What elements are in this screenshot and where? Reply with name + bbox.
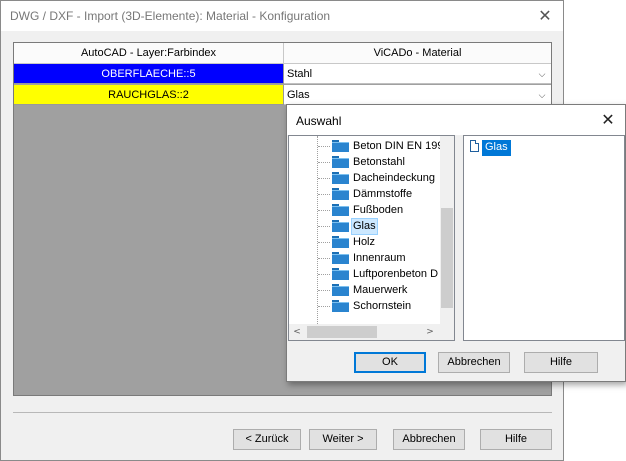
tree-connector [318,178,330,179]
folder-icon [332,268,349,280]
tree-connector [318,258,330,259]
divider [13,412,552,413]
help-button[interactable]: Hilfe [480,429,552,450]
scroll-left-icon[interactable]: < [290,324,304,340]
scroll-thumb[interactable] [441,208,453,308]
tree-connector [318,194,330,195]
grid-row[interactable]: OBERFLAECHE::5 Stahl ⌵ [14,64,551,85]
tree-item[interactable]: Glas [289,218,442,235]
tree-item[interactable]: Mauerwerk [289,282,442,298]
tree-item[interactable]: Dacheindeckung [289,170,442,186]
scroll-right-icon[interactable]: > [423,324,437,340]
folder-icon [332,172,349,184]
header-material[interactable]: ViCADo - Material [284,43,551,64]
dialog-title: Auswahl [296,114,342,128]
tree-item-label: Fußboden [353,204,404,216]
list-item-label: Glas [482,140,511,156]
tree-item-label: Beton DIN EN 199 [353,140,444,152]
tree-item[interactable]: Fußboden [289,202,442,218]
material-value: Glas [287,89,310,101]
material-tree[interactable]: Beton DIN EN 199 Betonstahl Dacheindeckung… [288,135,455,341]
material-select[interactable]: Stahl ⌵ [284,64,551,84]
grid-header: AutoCAD - Layer:Farbindex ViCADo - Mater… [14,43,551,64]
layer-cell[interactable]: RAUCHGLAS::2 [14,85,284,105]
tree-item-label: Mauerwerk [353,284,408,296]
folder-icon [332,284,349,296]
header-layer[interactable]: AutoCAD - Layer:Farbindex [14,43,284,64]
chevron-down-icon[interactable]: ⌵ [535,85,549,105]
folder-icon [332,252,349,264]
layer-cell[interactable]: OBERFLAECHE::5 [14,64,284,84]
tree-item-label: Luftporenbeton D [353,268,439,280]
tree-connector [318,162,330,163]
cancel-button[interactable]: Abbrechen [393,429,465,450]
tree-item-label: Betonstahl [353,156,405,168]
tree-connector [318,306,330,307]
grid-row[interactable]: RAUCHGLAS::2 Glas ⌵ [14,85,551,106]
folder-icon [332,220,349,232]
tree-connector [318,242,330,243]
selection-dialog: Auswahl ✕ Beton DIN EN 199 Betonstahl Dach… [286,104,626,382]
tree-item-label: Dacheindeckung [353,172,435,184]
tree-item[interactable]: Holz [289,234,442,250]
tree-connector [318,146,330,147]
window-title: DWG / DXF - Import (3D-Elemente): Materi… [10,9,331,23]
window-close-icon[interactable]: ✕ [535,6,555,26]
tree-item-label: Dämmstoffe [353,188,413,200]
material-select[interactable]: Glas ⌵ [284,85,551,105]
tree-item-label: Glas [351,218,378,235]
tree-connector [318,274,330,275]
scroll-thumb[interactable] [307,326,377,338]
tree-item-label: Holz [353,236,376,248]
horizontal-scrollbar[interactable]: < > [289,324,440,340]
folder-icon [332,156,349,168]
folder-icon [332,204,349,216]
chevron-down-icon[interactable]: ⌵ [535,64,549,84]
tree-item[interactable]: Luftporenbeton D [289,266,442,282]
folder-icon [332,140,349,152]
tree-item[interactable]: Beton DIN EN 199 [289,138,444,154]
dialog-titlebar: Auswahl ✕ [287,105,625,135]
dialog-close-icon[interactable]: ✕ [598,110,618,130]
back-button[interactable]: < Zurück [233,429,301,450]
tree-connector [318,226,330,227]
tree-item-label: Innenraum [353,252,406,264]
tree-item[interactable]: Innenraum [289,250,442,266]
ok-button[interactable]: OK [354,352,426,373]
material-value: Stahl [287,68,313,80]
folder-icon [332,300,349,312]
window-titlebar: DWG / DXF - Import (3D-Elemente): Materi… [1,1,563,31]
tree-item[interactable]: Schornstein [289,298,442,314]
material-list[interactable]: Glas [463,135,625,341]
file-icon [470,140,479,152]
tree-connector [318,290,330,291]
dialog-cancel-button[interactable]: Abbrechen [438,352,510,373]
folder-icon [332,236,349,248]
next-button[interactable]: Weiter > [309,429,377,450]
tree-item-label: Schornstein [353,300,412,312]
tree-connector [318,210,330,211]
vertical-scrollbar[interactable] [440,136,454,324]
folder-icon [332,188,349,200]
scrollbar-corner [440,324,454,340]
tree-item[interactable]: Dämmstoffe [289,186,442,202]
dialog-help-button[interactable]: Hilfe [524,352,598,373]
tree-item[interactable]: Betonstahl [289,154,442,170]
